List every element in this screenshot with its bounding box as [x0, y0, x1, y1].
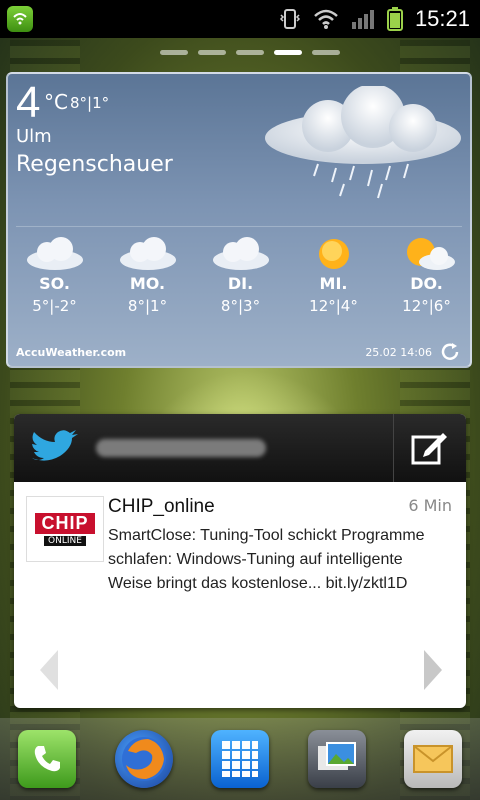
- vibrate-icon: [279, 9, 300, 29]
- page-dot-active: [274, 50, 302, 55]
- weather-condition: Regenschauer: [16, 152, 173, 177]
- weather-updated-time: 25.02 14:06: [365, 345, 432, 359]
- current-temp: 4: [16, 78, 41, 127]
- tweet-time: 6 Min: [408, 496, 452, 515]
- status-bar: 15:21: [0, 0, 480, 38]
- forecast-day: DI. 8°|3°: [194, 234, 287, 315]
- forecast-day: MO. 8°|1°: [101, 234, 194, 315]
- mail-icon[interactable]: [404, 730, 462, 788]
- weather-footer: AccuWeather.com 25.02 14:06: [16, 342, 462, 362]
- forecast-day-range: 8°|3°: [220, 297, 261, 315]
- gallery-icon[interactable]: [307, 730, 366, 788]
- chip-logo-sub: ONLINE: [44, 535, 86, 546]
- battery-icon: [386, 7, 403, 31]
- weather-divider: [16, 226, 462, 227]
- app-dock: [0, 718, 480, 800]
- refresh-icon[interactable]: [438, 340, 462, 364]
- compose-button[interactable]: [394, 414, 466, 482]
- forecast-day-name: MI.: [319, 274, 348, 293]
- cloud-icon: [212, 237, 269, 270]
- twitter-username-blurred: [96, 439, 266, 457]
- page-indicator[interactable]: [160, 50, 340, 55]
- twitter-bird-icon[interactable]: [26, 428, 82, 468]
- avatar[interactable]: CHIP ONLINE: [26, 496, 104, 562]
- weather-widget[interactable]: 4 °C 8°|1° Ulm Regenschauer SO. 5°|-2° M…: [6, 72, 472, 368]
- forecast-day: SO. 5°|-2°: [8, 234, 101, 315]
- temp-unit: °C: [44, 90, 68, 114]
- forecast-day-name: DO.: [410, 274, 443, 293]
- page-dot: [198, 50, 226, 55]
- tweet-author[interactable]: CHIP_online: [108, 496, 215, 518]
- sun-icon: [318, 239, 349, 269]
- forecast-day-name: MO.: [129, 274, 166, 293]
- wifi-icon: [314, 9, 338, 29]
- forecast-day: DO. 12°|6°: [380, 234, 470, 315]
- rain-cloud-icon: [265, 86, 461, 199]
- cloud-icon: [119, 237, 176, 270]
- twitter-header: [14, 414, 466, 482]
- page-dot: [236, 50, 264, 55]
- forecast-day-name: DI.: [227, 274, 254, 293]
- tweet-text: SmartClose: Tuning-Tool schickt Programm…: [108, 527, 425, 592]
- accuweather-brand[interactable]: AccuWeather.com: [16, 346, 126, 359]
- forecast-day: MI. 12°|4°: [287, 234, 380, 315]
- sun-cloud-icon: [406, 238, 455, 270]
- page-dot: [312, 50, 340, 55]
- compose-icon: [411, 433, 447, 465]
- today-temp-range: 8°|1°: [70, 94, 110, 112]
- cloud-icon: [26, 237, 83, 270]
- next-tweet-arrow-icon[interactable]: [418, 646, 448, 694]
- forecast-day-range: 12°|4°: [309, 297, 358, 315]
- previous-tweet-arrow-icon[interactable]: [34, 646, 64, 694]
- shield-icon: [7, 6, 33, 32]
- forecast-day-range: 8°|1°: [127, 297, 168, 315]
- phone-icon[interactable]: [18, 730, 76, 788]
- forecast-day-range: 5°|-2°: [32, 297, 77, 315]
- signal-icon: [351, 10, 374, 29]
- tweet-item[interactable]: CHIP ONLINE CHIP_online 6 Min SmartClose…: [14, 482, 466, 652]
- forecast-day-range: 12°|6°: [402, 297, 451, 315]
- page-dot: [160, 50, 188, 55]
- status-clock: 15:21: [414, 6, 470, 31]
- chip-logo: CHIP: [35, 512, 95, 534]
- city-name: Ulm: [16, 126, 52, 147]
- browser-icon[interactable]: [114, 730, 173, 788]
- twitter-widget[interactable]: CHIP ONLINE CHIP_online 6 Min SmartClose…: [14, 414, 466, 708]
- forecast-row: SO. 5°|-2° MO. 8°|1° DI. 8°|3° MI. 12°|4…: [8, 234, 470, 315]
- forecast-day-name: SO.: [39, 274, 70, 293]
- apps-grid-icon[interactable]: [211, 730, 269, 788]
